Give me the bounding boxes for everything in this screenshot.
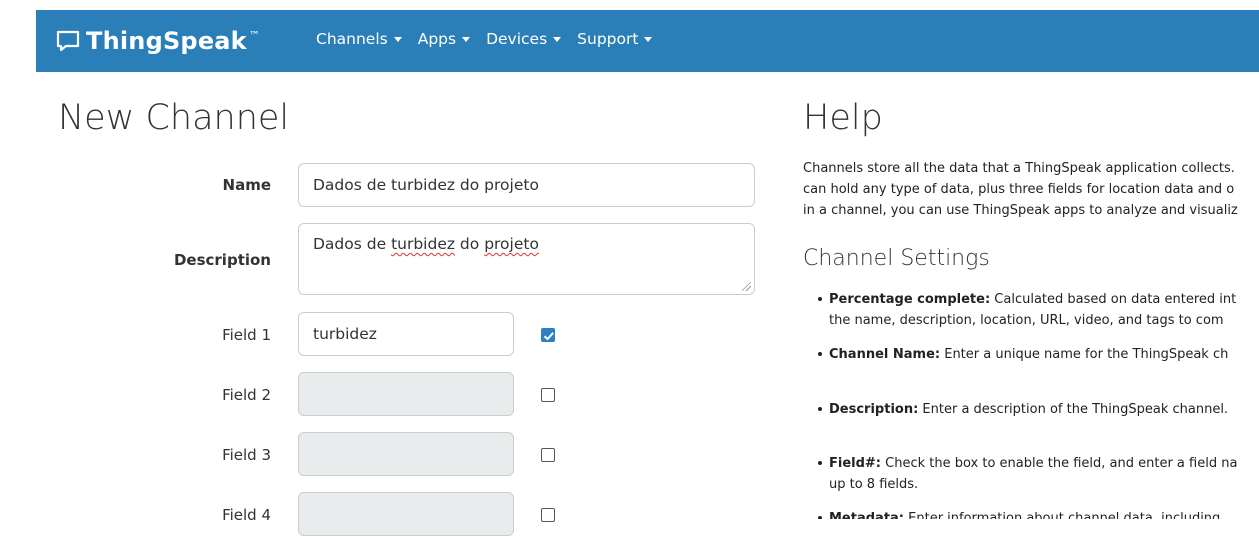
- field2-enable-checkbox[interactable]: [541, 388, 555, 402]
- bullet-dot-icon: [818, 296, 822, 301]
- brand-logo[interactable]: ThingSpeak ™: [56, 26, 260, 56]
- field3-enable-checkbox[interactable]: [541, 448, 555, 462]
- nav-devices[interactable]: Devices: [486, 30, 562, 48]
- field3-input[interactable]: [298, 432, 514, 476]
- field2-label: Field 2: [222, 386, 271, 404]
- field3-label: Field 3: [222, 446, 271, 464]
- resize-grip-icon[interactable]: [742, 282, 751, 291]
- caret-down-icon: [644, 36, 653, 42]
- field2-input[interactable]: [298, 372, 514, 416]
- brand-name: ThingSpeak: [86, 27, 247, 55]
- field1-label: Field 1: [222, 326, 271, 344]
- help-bullet-metadata: Metadata: Enter information about channe…: [818, 508, 1220, 519]
- bullet-dot-icon: [818, 515, 822, 519]
- field4-label: Field 4: [222, 506, 271, 524]
- field1-value: turbidez: [313, 325, 377, 343]
- nav-channels-label: Channels: [316, 30, 388, 48]
- help-bullet-percentage-cont: the name, description, location, URL, vi…: [829, 313, 1224, 328]
- description-label: Description: [173, 251, 271, 269]
- field4-input[interactable]: [298, 492, 514, 536]
- nav-apps-label: Apps: [417, 30, 457, 48]
- channel-description-textarea[interactable]: Dados de turbidez do projeto: [298, 223, 755, 295]
- channel-description-value: Dados de turbidez do projeto: [313, 235, 539, 253]
- caret-down-icon: [553, 36, 562, 42]
- help-title: Help: [803, 98, 883, 138]
- help-bullet-list: Percentage complete: Calculated based on…: [818, 289, 1259, 519]
- nav-channels[interactable]: Channels: [316, 30, 402, 48]
- check-icon: [543, 332, 554, 341]
- trademark-symbol: ™: [248, 29, 260, 42]
- help-paragraph-line: Channels store all the data that a Thing…: [803, 161, 1235, 176]
- field1-enable-checkbox[interactable]: [541, 328, 555, 342]
- help-bullet-field-cont: up to 8 fields.: [829, 477, 919, 492]
- help-paragraph: Channels store all the data that a Thing…: [803, 158, 1259, 221]
- nav-devices-label: Devices: [486, 30, 548, 48]
- help-bullet-description: Description: Enter a description of the …: [818, 399, 1228, 420]
- help-paragraph-line: can hold any type of data, plus three fi…: [803, 182, 1235, 197]
- nav-apps[interactable]: Apps: [417, 30, 471, 48]
- page-title: New Channel: [58, 98, 290, 138]
- nav-support[interactable]: Support: [577, 30, 653, 48]
- top-navbar: ThingSpeak ™ Channels Apps Devices Suppo…: [36, 10, 1259, 72]
- name-label: Name: [222, 176, 271, 194]
- help-bullet-field: Field#: Check the box to enable the fiel…: [818, 453, 1237, 474]
- channel-settings-heading: Channel Settings: [803, 246, 990, 271]
- bullet-dot-icon: [818, 351, 822, 356]
- help-bullet-channel-name: Channel Name: Enter a unique name for th…: [818, 344, 1228, 365]
- help-bullet-percentage: Percentage complete: Calculated based on…: [818, 289, 1236, 310]
- main-nav: Channels Apps Devices Support: [316, 30, 653, 48]
- bullet-dot-icon: [818, 460, 822, 465]
- chat-bubble-icon: [56, 30, 80, 52]
- caret-down-icon: [462, 36, 471, 42]
- bullet-dot-icon: [818, 406, 822, 411]
- nav-support-label: Support: [577, 30, 639, 48]
- field4-enable-checkbox[interactable]: [541, 508, 555, 522]
- channel-name-input[interactable]: Dados de turbidez do projeto: [298, 163, 755, 207]
- channel-name-value: Dados de turbidez do projeto: [313, 176, 539, 194]
- help-paragraph-line: in a channel, you can use ThingSpeak app…: [803, 203, 1238, 218]
- field1-input[interactable]: turbidez: [298, 312, 514, 356]
- caret-down-icon: [393, 36, 402, 42]
